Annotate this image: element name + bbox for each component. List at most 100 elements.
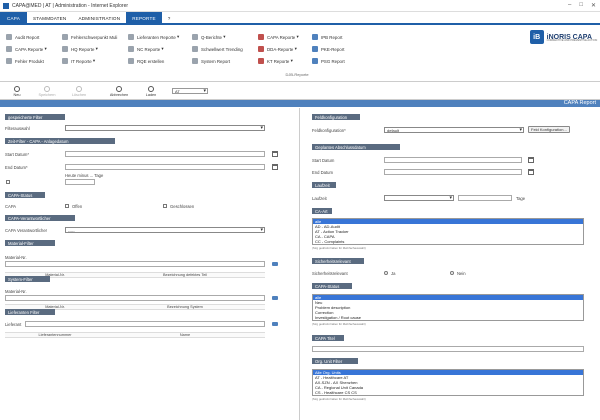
runtime-operator-select[interactable] <box>384 195 454 201</box>
report-ribbon: Audit Report CAPA Reporte ▾ Fehler Produ… <box>0 27 600 82</box>
safety-label: Sicherheitsrelevant <box>312 271 348 276</box>
ribbon-item[interactable]: CAPA Reporte ▾ <box>6 43 47 55</box>
calendar-icon[interactable] <box>272 164 278 170</box>
capa-resp-select[interactable]: ----- <box>65 227 265 233</box>
capa-status-label: CAPA <box>5 204 17 209</box>
ribbon-item[interactable]: CAPA Reporte ▾ <box>258 31 299 43</box>
multiselect-hint: (Strg gedrückt halten für Mehrfachauswah… <box>312 322 366 326</box>
ribbon-item[interactable]: NC Reporte ▾ <box>128 43 179 55</box>
column-header: Name <box>179 333 191 337</box>
new-button[interactable]: Neu <box>6 84 28 99</box>
ribbon-item[interactable]: HQ Reporte ▾ <box>62 43 117 55</box>
report-icon <box>192 58 198 64</box>
ribbon-item[interactable]: KT Reporte ▾ <box>258 55 299 67</box>
report-icon <box>312 58 318 64</box>
ribbon-item[interactable]: Fehlerschwerpunkt Muli <box>62 31 117 43</box>
ribbon-item[interactable]: Schwellwert Trending <box>192 43 243 55</box>
column-header: Lieferantennummer <box>38 333 72 337</box>
field-config-button[interactable]: Feld Konfiguration... <box>528 126 570 133</box>
minimize-icon[interactable]: – <box>568 2 571 9</box>
closing-date-header: Geplantes Abschlussdatum <box>312 144 400 150</box>
plus-icon <box>14 86 20 92</box>
closing-end-input[interactable] <box>384 169 522 175</box>
menu-reporte[interactable]: REPORTE <box>126 12 162 25</box>
today-minus-checkbox[interactable] <box>6 180 10 184</box>
report-banner: CAPA Report <box>0 100 600 107</box>
open-label: Offen <box>72 204 83 209</box>
ca-type-listbox[interactable]: alle AD - AD-Audit AT - Action Tracker C… <box>312 218 584 245</box>
folder-icon[interactable] <box>272 262 278 266</box>
calendar-icon[interactable] <box>272 151 278 157</box>
window-controls: – □ ✕ <box>568 2 596 9</box>
end-date-label: End Datum* <box>5 165 28 170</box>
end-date-input[interactable] <box>65 164 265 170</box>
ribbon-item[interactable]: DDA-Reporte ▾ <box>258 43 299 55</box>
ribbon-item[interactable]: System Report <box>192 55 243 67</box>
delete-button[interactable]: Löschen <box>68 84 90 99</box>
ribbon-item[interactable]: IT Reporte ▾ <box>62 55 117 67</box>
report-icon <box>312 46 318 52</box>
menu-help[interactable]: ? <box>162 12 177 25</box>
material-nr-input[interactable] <box>5 261 265 267</box>
report-icon <box>258 46 264 52</box>
list-item[interactable]: CC - Complaints <box>313 239 583 244</box>
load-button[interactable]: Laden <box>140 84 162 99</box>
closing-end-label: End Datum <box>312 170 333 175</box>
folder-icon[interactable] <box>272 322 278 326</box>
capa-resp-header: CAPA-Verantwortlicher <box>5 215 75 221</box>
saved-filter-header: gespeicherte Filter <box>5 114 65 120</box>
ribbon-item[interactable]: IPB Report <box>312 31 345 43</box>
open-checkbox[interactable] <box>65 204 69 208</box>
report-icon <box>62 58 68 64</box>
menu-capa[interactable]: CAPA <box>0 12 27 25</box>
ribbon-item[interactable]: Q-Berichte ▾ <box>192 31 243 43</box>
safety-header: Sicherheitsrelevant <box>312 258 364 264</box>
report-icon <box>128 58 134 64</box>
list-item[interactable]: CS - Healthcare CS CS <box>313 390 583 395</box>
list-item[interactable]: Investigation / Root cause <box>313 315 583 320</box>
ribbon-item[interactable]: RQE erstellen <box>128 55 179 67</box>
supplier-input[interactable] <box>25 321 265 327</box>
menu-stammdaten[interactable]: STAMMDATEN <box>27 12 72 25</box>
folder-icon[interactable] <box>272 296 278 300</box>
save-button[interactable]: Speichern <box>36 84 58 99</box>
ribbon-item[interactable]: Lieferanten Reporte ▾ <box>128 31 179 43</box>
closing-start-input[interactable] <box>384 157 522 163</box>
safety-no-label: Nein <box>457 271 466 276</box>
ribbon-item[interactable]: Audit Report <box>6 31 47 43</box>
start-date-input[interactable] <box>65 151 265 157</box>
app-icon <box>3 2 9 9</box>
calendar-icon[interactable] <box>528 157 534 163</box>
material-filter-header: Material-Filter <box>5 240 55 246</box>
menu-administration[interactable]: ADMINISTRATION <box>72 12 126 25</box>
brand-tagline: CORRECTIVE AND PREVENTIVE ACTION <box>546 39 598 42</box>
main-menu: CAPA STAMMDATEN ADMINISTRATION REPORTE ? <box>0 12 600 25</box>
org-select[interactable]: AT <box>172 88 208 94</box>
capa-title-header: CAPA Titel <box>312 335 344 341</box>
safety-no-radio[interactable] <box>450 271 454 275</box>
capa-title-input[interactable] <box>312 346 584 352</box>
report-icon <box>258 58 264 64</box>
ribbon-col-3: Lieferanten Reporte ▾ NC Reporte ▾ RQE e… <box>128 31 179 67</box>
capa-status-listbox[interactable]: alle Neu Problem description Correction … <box>312 294 584 321</box>
filter-select[interactable] <box>65 125 265 131</box>
close-icon[interactable]: ✕ <box>591 2 596 9</box>
capa-resp-label: CAPA Verantwortlicher <box>5 228 48 233</box>
today-minus-input[interactable] <box>65 179 95 185</box>
report-icon <box>312 34 318 40</box>
ribbon-item[interactable]: Fehler Produkt <box>6 55 47 67</box>
ribbon-col-2: Fehlerschwerpunkt Muli HQ Reporte ▾ IT R… <box>62 31 117 67</box>
runtime-header: Laufzeit <box>312 182 336 188</box>
multiselect-hint: (Strg gedrückt halten für Mehrfachauswah… <box>312 397 366 401</box>
maximize-icon[interactable]: □ <box>579 2 583 9</box>
system-material-input[interactable] <box>5 295 265 301</box>
cancel-button[interactable]: Abbrechen <box>108 84 130 99</box>
ribbon-item[interactable]: PKE-Report <box>312 43 345 55</box>
ribbon-item[interactable]: PSG Report <box>312 55 345 67</box>
safety-yes-radio[interactable] <box>384 271 388 275</box>
closed-checkbox[interactable] <box>163 204 167 208</box>
org-unit-listbox[interactable]: Alle Org. Units AT - Healthcare AT AX-SZ… <box>312 369 584 396</box>
runtime-days-input[interactable] <box>458 195 512 201</box>
calendar-icon[interactable] <box>528 169 534 175</box>
field-config-select[interactable]: default <box>384 127 524 133</box>
